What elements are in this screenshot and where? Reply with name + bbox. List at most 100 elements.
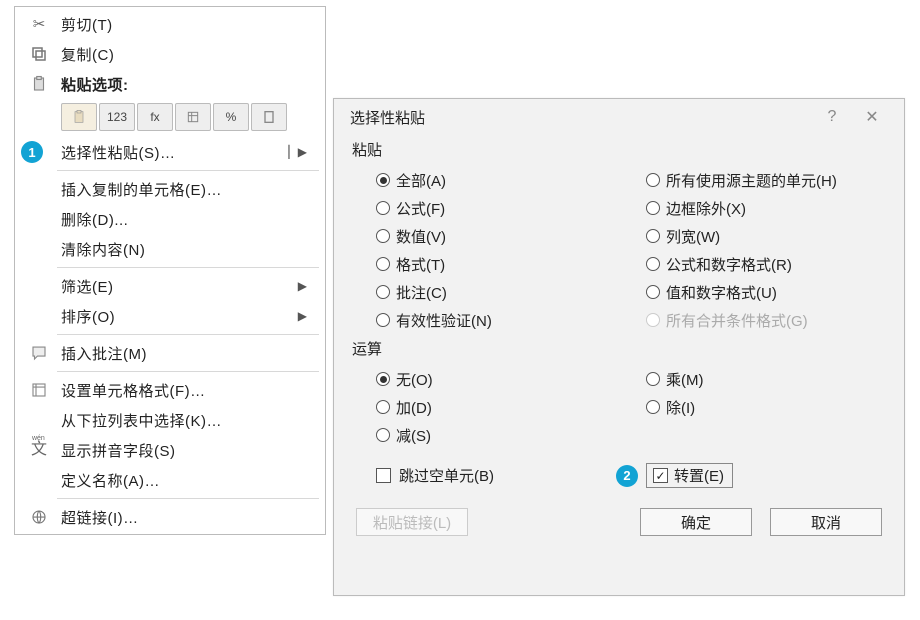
- paste-opt-values-button[interactable]: 123: [99, 103, 135, 131]
- menu-copy-label: 复制(C): [57, 44, 307, 65]
- radio-icon: [646, 201, 660, 215]
- menu-separator: [57, 498, 319, 499]
- menu-cut[interactable]: ✂ 剪切(T): [15, 9, 325, 39]
- radio-icon: [646, 173, 660, 187]
- radio-formats-label: 格式(T): [396, 254, 445, 275]
- radio-formulas-label: 公式(F): [396, 198, 445, 219]
- radio-values-num[interactable]: 值和数字格式(U): [646, 282, 904, 303]
- menu-define-name[interactable]: 定义名称(A)…: [15, 465, 325, 495]
- menu-format-cells[interactable]: 设置单元格格式(F)…: [15, 375, 325, 405]
- menu-separator: [57, 334, 319, 335]
- paste-opt-link-button[interactable]: [251, 103, 287, 131]
- menu-insert-copied-label: 插入复制的单元格(E)…: [57, 179, 307, 200]
- menu-hyperlink-label: 超链接(I)…: [57, 507, 307, 528]
- radio-op-div[interactable]: 除(I): [646, 397, 904, 418]
- radio-no-borders-label: 边框除外(X): [666, 198, 746, 219]
- menu-separator: [57, 267, 319, 268]
- dialog-title: 选择性粘贴: [350, 107, 812, 128]
- radio-validation[interactable]: 有效性验证(N): [376, 310, 646, 331]
- radio-icon: [376, 372, 390, 386]
- callout-1: 1: [21, 141, 43, 163]
- radio-icon: [376, 313, 390, 327]
- radio-formulas-num-label: 公式和数字格式(R): [666, 254, 792, 275]
- radio-comments[interactable]: 批注(C): [376, 282, 646, 303]
- radio-op-sub[interactable]: 减(S): [376, 425, 646, 446]
- radio-values[interactable]: 数值(V): [376, 226, 646, 247]
- callout-2: 2: [616, 465, 638, 487]
- paste-opt-values-label: 123: [107, 110, 127, 124]
- radio-icon: [376, 173, 390, 187]
- paste-opt-fx-label: fx: [150, 110, 159, 124]
- menu-pick-from-list[interactable]: 从下拉列表中选择(K)…: [15, 405, 325, 435]
- paste-special-dialog: 选择性粘贴 ? ✕ 粘贴 全部(A) 所有使用源主题的单元(H) 公式(F) 边…: [333, 98, 905, 596]
- menu-sort-label: 排序(O): [57, 306, 298, 327]
- context-menu: ✂ 剪切(T) 复制(C) 粘贴选项: 123 fx % 1 选择性粘贴(S)……: [14, 6, 326, 535]
- skip-blanks-label: 跳过空单元(B): [399, 465, 494, 486]
- radio-col-widths[interactable]: 列宽(W): [646, 226, 904, 247]
- menu-hyperlink[interactable]: 超链接(I)…: [15, 502, 325, 532]
- radio-formulas-num[interactable]: 公式和数字格式(R): [646, 254, 904, 275]
- radio-validation-label: 有效性验证(N): [396, 310, 492, 331]
- radio-all[interactable]: 全部(A): [376, 170, 646, 191]
- menu-paste-special[interactable]: 1 选择性粘贴(S)… ▏▶: [15, 137, 325, 167]
- menu-show-pinyin-label: 显示拼音字段(S): [57, 440, 307, 461]
- transpose-checkbox[interactable]: 转置(E): [646, 463, 733, 488]
- paste-link-label: 粘贴链接(L): [373, 512, 451, 533]
- operation-radio-group: 无(O) 乘(M) 加(D) 除(I) 减(S): [334, 365, 904, 449]
- radio-icon: [646, 400, 660, 414]
- menu-clear-contents-label: 清除内容(N): [57, 239, 307, 260]
- radio-cond-formats-label: 所有合并条件格式(G): [666, 310, 808, 331]
- menu-insert-comment[interactable]: 插入批注(M): [15, 338, 325, 368]
- radio-icon: [646, 285, 660, 299]
- radio-icon: [376, 201, 390, 215]
- copy-icon: [21, 45, 57, 63]
- radio-op-none-label: 无(O): [396, 369, 433, 390]
- dialog-button-row: 粘贴链接(L) 确定 取消: [334, 502, 904, 550]
- dialog-titlebar: 选择性粘贴 ? ✕: [334, 99, 904, 135]
- radio-source-theme[interactable]: 所有使用源主题的单元(H): [646, 170, 904, 191]
- radio-op-add[interactable]: 加(D): [376, 397, 646, 418]
- help-button[interactable]: ?: [812, 108, 852, 126]
- radio-cond-formats: 所有合并条件格式(G): [646, 310, 904, 331]
- radio-formulas[interactable]: 公式(F): [376, 198, 646, 219]
- skip-blanks-checkbox[interactable]: 跳过空单元(B): [376, 465, 606, 486]
- paste-opt-all-button[interactable]: [61, 103, 97, 131]
- radio-col-widths-label: 列宽(W): [666, 226, 720, 247]
- paste-opt-formatting-button[interactable]: [175, 103, 211, 131]
- paste-opt-percent-button[interactable]: %: [213, 103, 249, 131]
- radio-icon: [376, 428, 390, 442]
- paste-link-button: 粘贴链接(L): [356, 508, 468, 536]
- radio-values-label: 数值(V): [396, 226, 446, 247]
- menu-filter[interactable]: 筛选(E) ▶: [15, 271, 325, 301]
- menu-clear-contents[interactable]: 清除内容(N): [15, 234, 325, 264]
- menu-insert-copied[interactable]: 插入复制的单元格(E)…: [15, 174, 325, 204]
- cancel-button[interactable]: 取消: [770, 508, 882, 536]
- checkbox-icon: [653, 468, 668, 483]
- menu-sort[interactable]: 排序(O) ▶: [15, 301, 325, 331]
- ok-button[interactable]: 确定: [640, 508, 752, 536]
- menu-insert-comment-label: 插入批注(M): [57, 343, 307, 364]
- checkbox-icon: [376, 468, 391, 483]
- menu-delete-label: 删除(D)...: [57, 209, 307, 230]
- menu-separator: [57, 170, 319, 171]
- cancel-label: 取消: [811, 512, 841, 533]
- radio-op-mul[interactable]: 乘(M): [646, 369, 904, 390]
- radio-all-label: 全部(A): [396, 170, 446, 191]
- paste-opt-pct-label: %: [226, 110, 237, 124]
- radio-op-none[interactable]: 无(O): [376, 369, 646, 390]
- pinyin-icon: wén文: [21, 442, 57, 458]
- clipboard-icon: [21, 75, 57, 93]
- paste-opt-formulas-button[interactable]: fx: [137, 103, 173, 131]
- radio-icon: [376, 257, 390, 271]
- menu-delete[interactable]: 删除(D)...: [15, 204, 325, 234]
- menu-format-cells-label: 设置单元格格式(F)…: [57, 380, 307, 401]
- radio-no-borders[interactable]: 边框除外(X): [646, 198, 904, 219]
- close-button[interactable]: ✕: [852, 107, 892, 127]
- scissors-icon: ✂: [21, 15, 57, 33]
- globe-icon: [21, 508, 57, 526]
- radio-formats[interactable]: 格式(T): [376, 254, 646, 275]
- menu-show-pinyin[interactable]: wén文 显示拼音字段(S): [15, 435, 325, 465]
- menu-copy[interactable]: 复制(C): [15, 39, 325, 69]
- radio-values-num-label: 值和数字格式(U): [666, 282, 777, 303]
- paste-radio-group: 全部(A) 所有使用源主题的单元(H) 公式(F) 边框除外(X) 数值(V) …: [334, 166, 904, 334]
